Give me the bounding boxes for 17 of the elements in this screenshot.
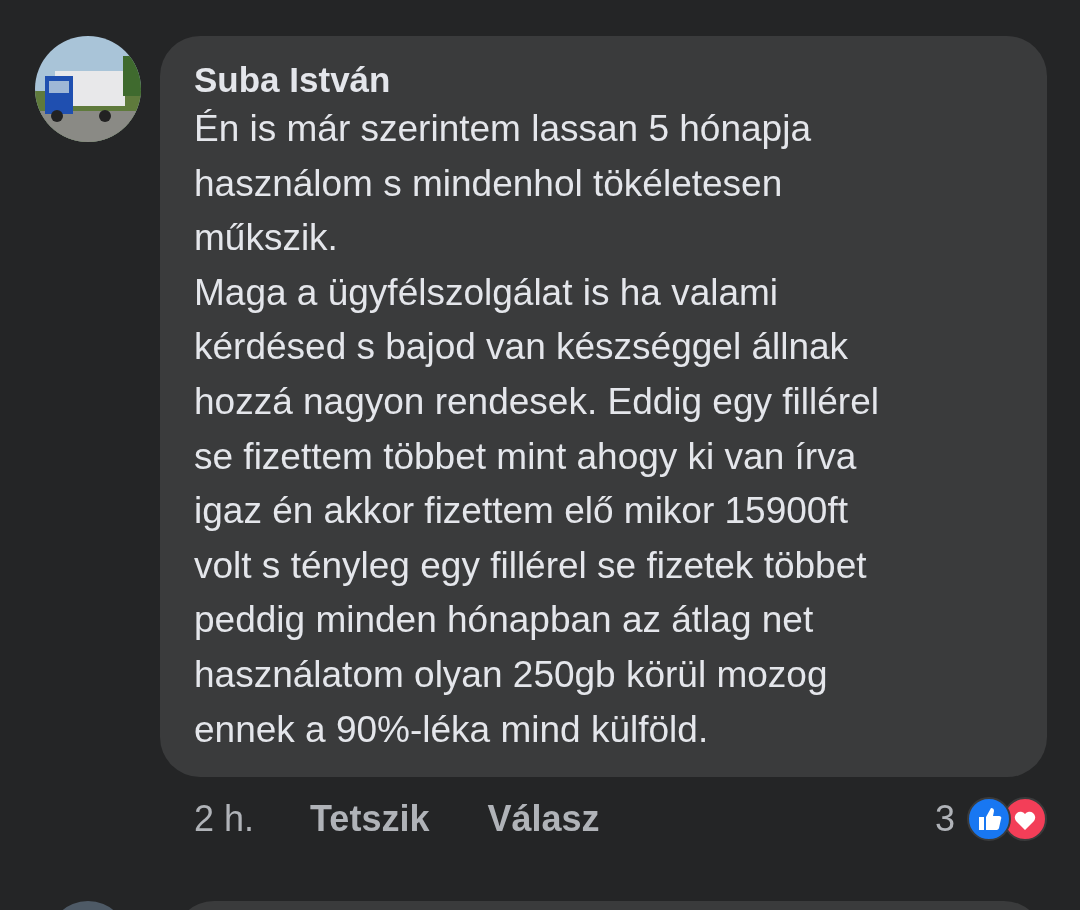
action-link[interactable]: Tetszik [310,792,430,847]
comment-text: Maga a ügyfélszolgálat is ha valami [194,270,779,315]
reaction-count: 3 [934,797,955,842]
comment-text: se fizettem többet mint ahogy ki van írva [194,434,857,479]
comment-text: ennek a 90%-léka mind külföld. [194,707,709,752]
author-name[interactable]: Suba István [194,58,1031,102]
comment-text: peddig minden hónapban az átlag net [194,598,814,643]
comment-text: használatom olyan 250gb körül mozog [194,652,828,697]
comment-text: igaz én akkor fizettem elő mikor 15900ft [194,489,848,534]
comment-text: kérdésed s bajod van készséggel állnak [194,325,849,370]
timestamp: 2 h. [194,797,255,842]
comment-text: műkszik. [194,216,338,261]
comment-text: volt s tényleg egy fillérel se fizetek többet [194,543,867,588]
comment-text: hozzá nagyon rendesek. Eddig egy fillérel [194,379,879,424]
comment-text: Én is már szerintem lassan 5 hónapja [194,107,811,151]
comment-text: használom s mindenhol tökéletesen [194,161,783,206]
action-link[interactable]: Válasz [487,792,600,847]
